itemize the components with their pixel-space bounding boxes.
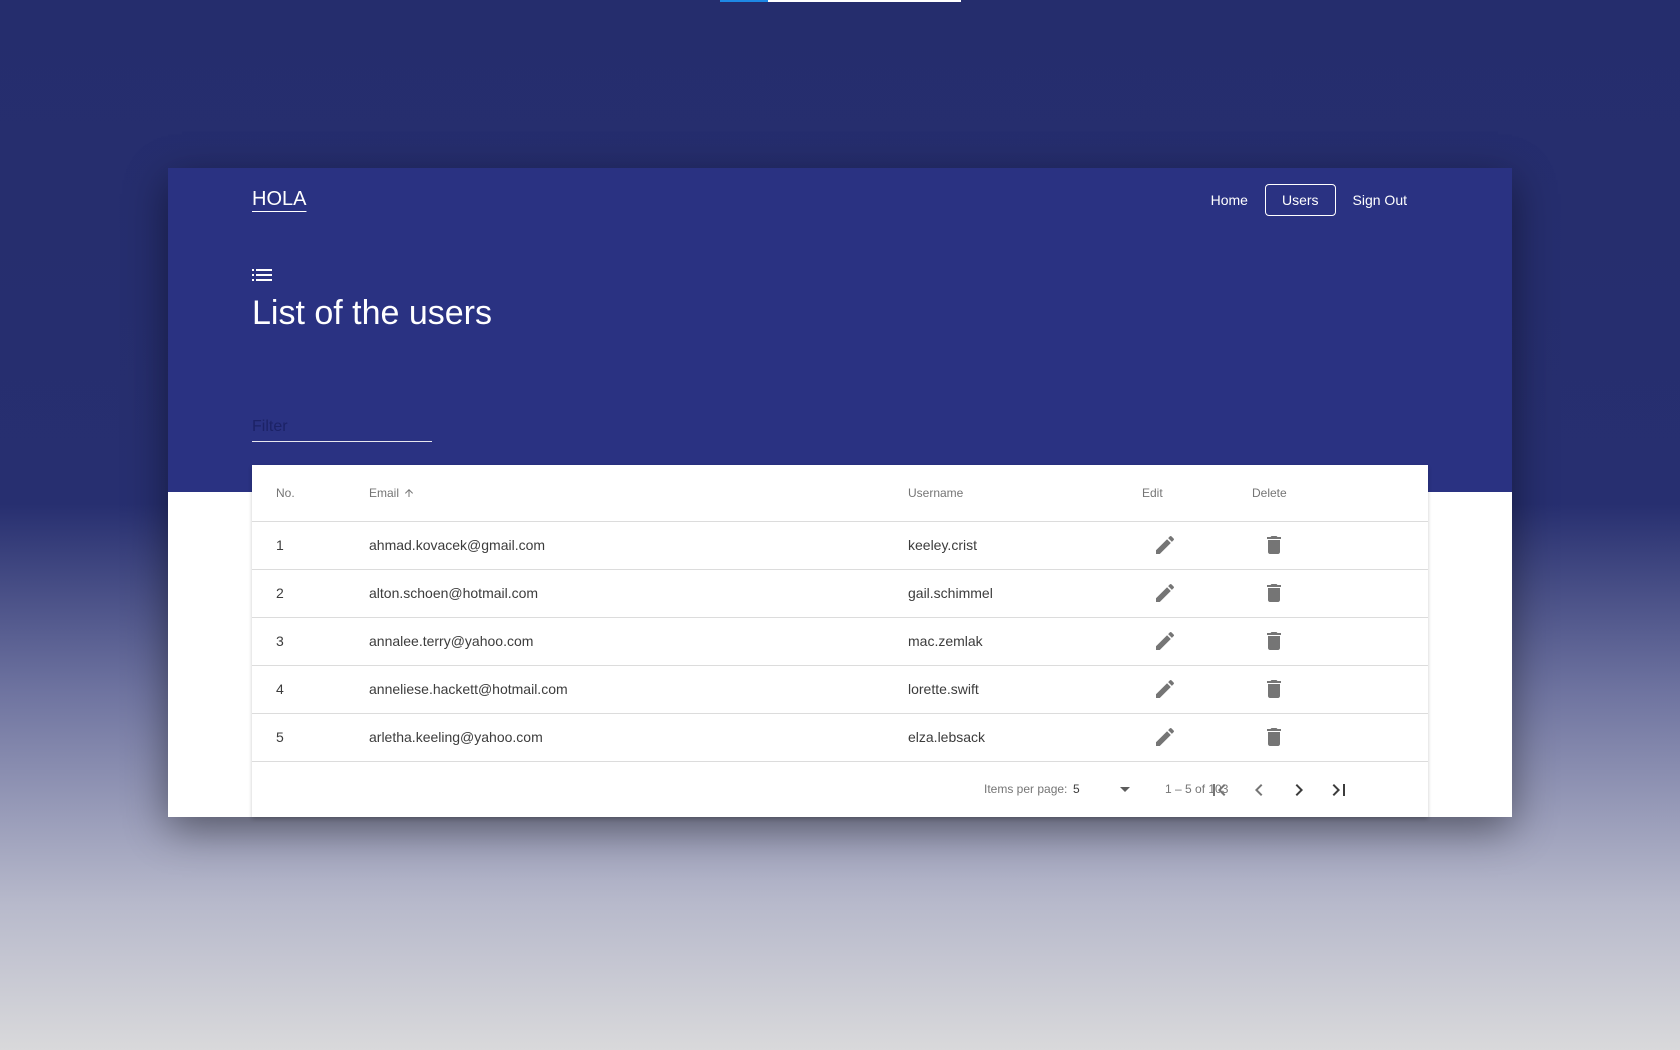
cell-no: 1 [276,537,284,553]
cell-no: 3 [276,633,284,649]
trash-icon[interactable] [1262,533,1286,557]
column-header-username: Username [908,486,964,500]
trash-icon[interactable] [1262,581,1286,605]
loading-progress-fill [720,0,769,2]
cell-email: ahmad.kovacek@gmail.com [369,537,546,553]
table-row: 4 anneliese.hackett@hotmail.com lorette.… [252,666,1428,714]
last-page-icon[interactable] [1327,778,1351,802]
loading-progress-bar [720,0,961,2]
cell-username: elza.lebsack [908,729,986,745]
table-row: 2 alton.schoen@hotmail.com gail.schimmel [252,570,1428,618]
cell-email: alton.schoen@hotmail.com [369,585,539,601]
column-header-email-label: Email [369,486,400,500]
trash-icon[interactable] [1262,629,1286,653]
items-per-page-label: Items per page: [984,782,1068,796]
cell-username: gail.schimmel [908,585,993,601]
pencil-icon[interactable] [1153,533,1177,557]
filter-input[interactable] [252,412,432,442]
column-header-edit: Edit [1142,486,1163,500]
top-nav: Home Users Sign Out [1202,184,1416,216]
column-header-email[interactable]: Email [369,465,415,521]
cell-no: 5 [276,729,284,745]
trash-icon[interactable] [1262,725,1286,749]
main-card: HOLA Home Users Sign Out List of the use… [168,168,1512,817]
chevron-down-icon [1120,787,1130,792]
pencil-icon[interactable] [1153,581,1177,605]
table-body: 1 ahmad.kovacek@gmail.com keeley.crist 2… [252,522,1428,762]
cell-username: mac.zemlak [908,633,983,649]
cell-username: lorette.swift [908,681,979,697]
table-row: 1 ahmad.kovacek@gmail.com keeley.crist [252,522,1428,570]
pencil-icon[interactable] [1153,677,1177,701]
cell-email: annalee.terry@yahoo.com [369,633,534,649]
next-page-icon[interactable] [1287,778,1311,802]
previous-page-icon[interactable] [1247,778,1271,802]
card-header: HOLA Home Users Sign Out List of the use… [168,168,1512,492]
trash-icon[interactable] [1262,677,1286,701]
items-per-page-value: 5 [1073,782,1080,796]
items-per-page-select[interactable]: 5 [1073,776,1130,800]
nav-home[interactable]: Home [1202,184,1257,216]
cell-no: 4 [276,681,284,697]
nav-users[interactable]: Users [1264,184,1336,216]
cell-email: arletha.keeling@yahoo.com [369,729,543,745]
paginator: Items per page: 5 1 – 5 of 103 [252,762,1428,818]
cell-email: anneliese.hackett@hotmail.com [369,681,568,697]
users-table: No. Email Username Edit Delete 1 ahmad.k… [252,465,1428,817]
first-page-icon[interactable] [1207,778,1231,802]
table-row: 5 arletha.keeling@yahoo.com elza.lebsack [252,714,1428,762]
page-title: List of the users [252,294,493,332]
table-row: 3 annalee.terry@yahoo.com mac.zemlak [252,618,1428,666]
arrow-up-icon [405,489,414,497]
pencil-icon[interactable] [1153,629,1177,653]
nav-sign-out[interactable]: Sign Out [1344,184,1416,216]
pencil-icon[interactable] [1153,725,1177,749]
cell-username: keeley.crist [908,537,977,553]
table-header: No. Email Username Edit Delete [252,465,1428,522]
cell-no: 2 [276,585,284,601]
column-header-delete: Delete [1252,486,1287,500]
list-icon [252,269,272,281]
column-header-no: No. [276,486,295,500]
brand-link[interactable]: HOLA [252,188,306,211]
